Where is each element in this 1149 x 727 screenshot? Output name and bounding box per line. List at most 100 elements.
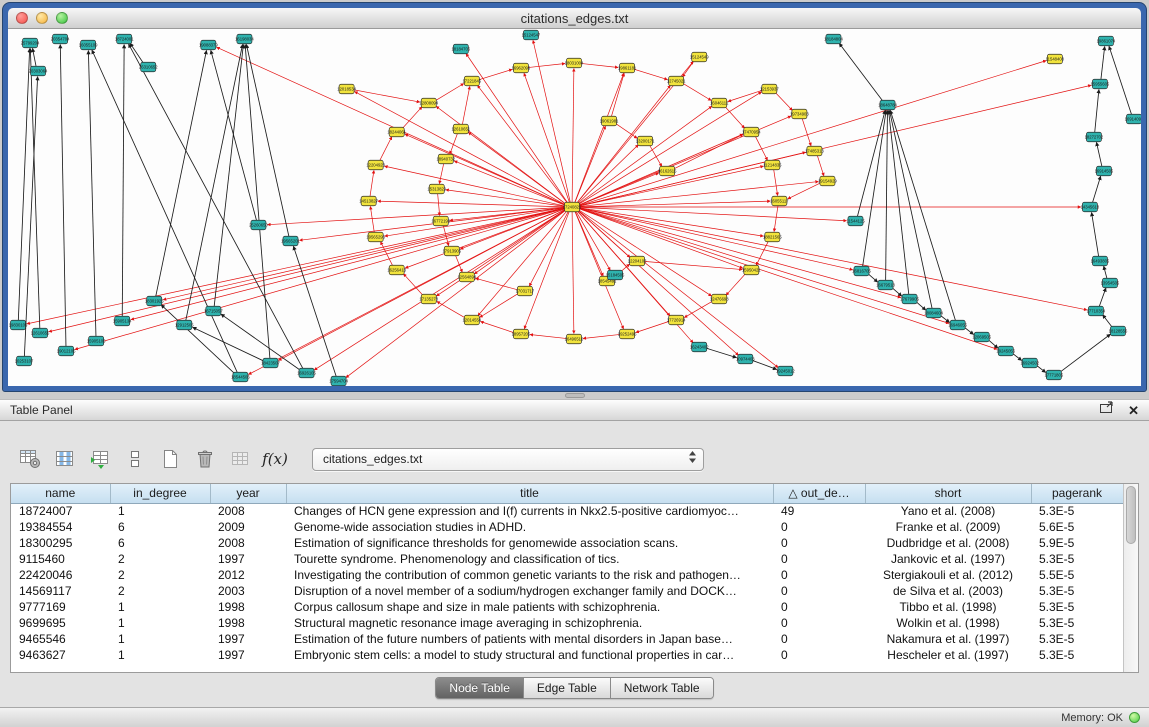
- network-edge[interactable]: [579, 208, 1087, 310]
- network-edge[interactable]: [579, 208, 998, 349]
- table-cell[interactable]: Yano et al. (2008): [865, 503, 1031, 519]
- network-edge[interactable]: [752, 360, 777, 369]
- network-edge[interactable]: [1092, 176, 1100, 203]
- network-edge[interactable]: [379, 137, 391, 162]
- float-panel-icon[interactable]: [1099, 401, 1114, 419]
- network-node[interactable]: 16493805: [1091, 256, 1110, 266]
- network-edge[interactable]: [30, 48, 39, 328]
- network-node[interactable]: 19252496: [618, 329, 637, 339]
- network-edge[interactable]: [214, 44, 243, 306]
- network-node[interactable]: 20354704: [51, 34, 70, 44]
- network-node[interactable]: 19245056: [996, 346, 1015, 356]
- table-row[interactable]: 977716911998Corpus callosum shape and si…: [11, 599, 1123, 615]
- table-cell[interactable]: Tourette syndrome. Phenomenology and cla…: [286, 551, 773, 567]
- network-node[interactable]: 15950421: [742, 265, 761, 275]
- close-panel-icon[interactable]: ✕: [1128, 404, 1139, 417]
- column-header-year[interactable]: year: [210, 484, 286, 503]
- table-cell[interactable]: 49: [773, 503, 865, 519]
- table-settings-icon[interactable]: [16, 446, 44, 473]
- table-cell[interactable]: Franke et al. (2009): [865, 519, 1031, 535]
- table-cell[interactable]: Tibbo et al. (1998): [865, 599, 1031, 615]
- table-cell[interactable]: 0: [773, 615, 865, 631]
- network-node[interactable]: 17913905: [442, 246, 461, 256]
- table-cell[interactable]: 2008: [210, 535, 286, 551]
- network-node[interactable]: 12014554: [462, 315, 481, 325]
- network-edge[interactable]: [581, 63, 618, 67]
- network-node[interactable]: 12153937: [760, 84, 779, 94]
- network-edge[interactable]: [572, 211, 574, 333]
- table-selector-dropdown[interactable]: citations_edges.txt: [312, 448, 704, 471]
- table-cell[interactable]: 2003: [210, 583, 286, 599]
- network-node[interactable]: 12069505: [972, 332, 991, 342]
- table-cell[interactable]: Investigating the contribution of common…: [286, 567, 773, 583]
- network-node[interactable]: 16914099: [1125, 114, 1141, 124]
- network-node[interactable]: 18031004: [565, 58, 584, 68]
- network-node[interactable]: 16926105: [297, 368, 316, 378]
- network-edge[interactable]: [802, 118, 811, 146]
- table-cell[interactable]: Estimation of significance thresholds fo…: [286, 535, 773, 551]
- scrollbar-thumb[interactable]: [1126, 486, 1136, 544]
- network-edge[interactable]: [682, 83, 711, 100]
- table-cell[interactable]: 22420046: [11, 567, 110, 583]
- network-edge[interactable]: [370, 170, 374, 196]
- table-cell[interactable]: Nakamura et al. (1997): [865, 631, 1031, 647]
- table-cell[interactable]: 2: [110, 583, 210, 599]
- network-edge[interactable]: [1104, 266, 1107, 279]
- network-edge[interactable]: [402, 107, 422, 129]
- network-edge[interactable]: [245, 44, 270, 358]
- table-cell[interactable]: 5.9E-5: [1031, 535, 1123, 551]
- network-node[interactable]: 19565296: [366, 232, 385, 242]
- table-cell[interactable]: 18300295: [11, 535, 110, 551]
- table-cell[interactable]: 9463627: [11, 647, 110, 663]
- table-cell[interactable]: 1: [110, 615, 210, 631]
- network-edge[interactable]: [437, 301, 466, 318]
- network-edge[interactable]: [528, 64, 565, 68]
- show-columns-icon[interactable]: [51, 446, 79, 473]
- delete-icon[interactable]: [191, 446, 219, 473]
- column-header-out_de[interactable]: △ out_de…: [773, 484, 865, 503]
- network-node[interactable]: 17240821: [563, 202, 582, 212]
- network-node[interactable]: 25260650: [249, 220, 268, 230]
- table-row[interactable]: 969969511998Structural magnetic resonanc…: [11, 615, 1123, 631]
- network-node[interactable]: 12018534: [337, 84, 356, 94]
- network-node[interactable]: 16496516: [565, 334, 584, 344]
- network-node[interactable]: 17485313: [805, 146, 824, 156]
- network-node[interactable]: 13954505: [1101, 278, 1120, 288]
- network-node[interactable]: 12808094: [419, 98, 438, 108]
- table-cell[interactable]: Stergiakouli et al. (2012): [865, 567, 1031, 583]
- network-edge[interactable]: [863, 110, 887, 266]
- new-document-icon[interactable]: [156, 446, 184, 473]
- network-edge[interactable]: [649, 145, 662, 167]
- table-cell[interactable]: 1998: [210, 599, 286, 615]
- network-edge[interactable]: [728, 90, 763, 101]
- table-cell[interactable]: 2009: [210, 519, 286, 535]
- network-node[interactable]: 18084604: [924, 308, 943, 318]
- network-node[interactable]: 15313829: [427, 184, 446, 194]
- network-edge[interactable]: [466, 54, 568, 204]
- table-cell[interactable]: 5.3E-5: [1031, 631, 1123, 647]
- network-node[interactable]: 19734903: [790, 109, 809, 119]
- table-cell[interactable]: 1: [110, 647, 210, 663]
- column-header-pagerank[interactable]: pagerank: [1031, 484, 1123, 503]
- network-node[interactable]: 16816705: [852, 266, 871, 276]
- network-edge[interactable]: [1096, 142, 1101, 166]
- network-edge[interactable]: [129, 44, 304, 369]
- network-node[interactable]: 12204923: [366, 160, 385, 170]
- table-cell[interactable]: 5.3E-5: [1031, 503, 1123, 519]
- network-node[interactable]: 18423507: [261, 358, 280, 368]
- network-edge[interactable]: [438, 193, 440, 215]
- table-cell[interactable]: Dudbridge et al. (2008): [865, 535, 1031, 551]
- table-cell[interactable]: 0: [773, 567, 865, 583]
- network-node[interactable]: 19861181: [618, 63, 637, 73]
- table-cell[interactable]: 1997: [210, 631, 286, 647]
- network-node[interactable]: 15124549: [690, 52, 709, 62]
- network-edge[interactable]: [354, 90, 420, 102]
- network-edge[interactable]: [579, 61, 1047, 206]
- tab-network-table[interactable]: Network Table: [610, 678, 713, 698]
- network-edge[interactable]: [385, 208, 566, 236]
- network-node[interactable]: 16055117: [770, 196, 789, 206]
- column-header-name[interactable]: name: [11, 484, 110, 503]
- network-edge[interactable]: [579, 201, 770, 207]
- network-edge[interactable]: [131, 208, 565, 320]
- rows-icon[interactable]: [121, 446, 149, 473]
